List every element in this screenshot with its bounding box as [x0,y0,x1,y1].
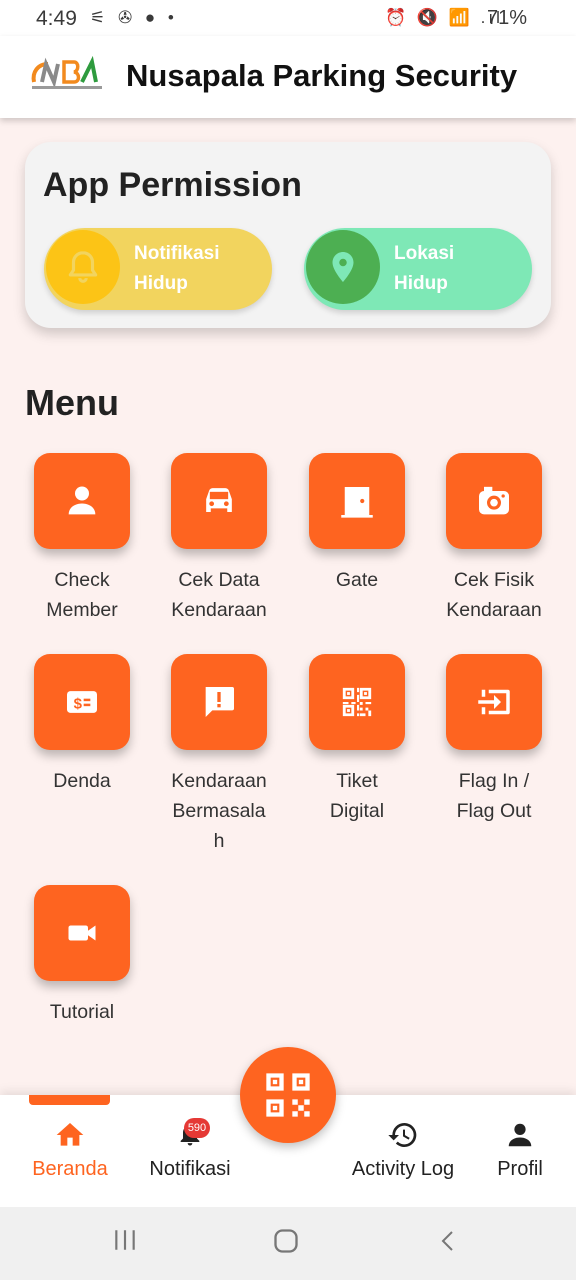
input-icon[interactable] [446,654,542,750]
active-tab-indicator [29,1095,110,1105]
home-icon [20,1117,120,1153]
company-logo [31,55,102,89]
location-pin-icon [306,230,380,304]
nav-label: Beranda [32,1158,108,1180]
menu-item-gate[interactable]: Gate [291,453,423,595]
history-icon [340,1117,466,1153]
menu-item-label: Tiket Digital [329,770,385,822]
qr-code-icon [266,1073,310,1117]
app-title: Nusapala Parking Security [126,58,518,93]
notification-permission-label: Notifikasi [134,243,220,264]
money-icon[interactable]: $ [34,654,130,750]
menu-item-cek-fisik-kendaraan[interactable]: Cek Fisik Kendaraan [428,453,560,625]
menu-item-denda[interactable]: $ Denda [16,654,148,796]
qr-code-icon[interactable] [309,654,405,750]
location-permission-toggle[interactable]: Lokasi Hidup [304,228,532,310]
menu-item-tutorial[interactable]: Tutorial [16,885,148,1027]
menu-item-label: Cek Data Kendaraan [171,569,267,621]
status-time: 4:49 [36,7,77,30]
nav-label: Activity Log [351,1158,455,1180]
system-navigation-bar [0,1207,576,1280]
menu-item-label: Kendaraan Bermasala h [171,770,267,852]
door-icon[interactable] [309,453,405,549]
notification-permission-status: Hidup [134,273,188,294]
camera-icon[interactable] [446,453,542,549]
nav-item-activity-log[interactable]: Activity Log [340,1117,466,1181]
car-icon[interactable] [171,453,267,549]
permission-title: App Permission [43,166,302,204]
menu-item-check-member[interactable]: Check Member [16,453,148,625]
menu-item-label: Flag In / Flag Out [456,770,532,822]
location-permission-status: Hidup [394,273,448,294]
svg-text:$: $ [74,696,83,713]
person-icon [480,1117,560,1153]
person-icon[interactable] [34,453,130,549]
menu-item-tiket-digital[interactable]: Tiket Digital [291,654,423,826]
notification-permission-toggle[interactable]: Notifikasi Hidup [44,228,272,310]
status-bar: 4:49 ⚟ ✇ ● • ⏰ 🔇 📶 .ıl 71% [0,0,576,36]
video-icon[interactable] [34,885,130,981]
scan-qr-button[interactable] [240,1047,336,1143]
nav-item-profil[interactable]: Profil [480,1117,560,1181]
home-button[interactable] [272,1227,300,1262]
menu-item-label: Gate [335,569,379,591]
app-permission-card: App Permission Notifikasi Hidup Lokasi H… [25,142,551,328]
nav-item-beranda[interactable]: Beranda [20,1117,120,1181]
status-notification-icons: ⚟ ✇ ● • [90,8,178,27]
menu-title: Menu [25,382,119,423]
status-system-icons: ⏰ 🔇 📶 .ıl [385,8,503,27]
menu-item-kendaraan-bermasalah[interactable]: Kendaraan Bermasala h [153,654,285,856]
menu-item-flag-in-flag-out[interactable]: Flag In / Flag Out [428,654,560,826]
recent-apps-button[interactable] [112,1227,138,1260]
app-bar: Nusapala Parking Security [0,36,576,118]
menu-item-label: Check Member [46,569,118,621]
menu-item-label: Tutorial [49,1001,115,1023]
alert-message-icon[interactable] [171,654,267,750]
location-permission-label: Lokasi [394,243,455,264]
battery-level: 71% [487,7,528,29]
menu-item-label: Denda [53,770,111,792]
menu-item-cek-data-kendaraan[interactable]: Cek Data Kendaraan [153,453,285,625]
back-button[interactable] [436,1227,460,1262]
nav-label: Notifikasi [149,1158,231,1180]
bell-icon [46,230,120,304]
menu-item-label: Cek Fisik Kendaraan [446,569,542,621]
nav-label: Profil [497,1158,543,1180]
notification-count-badge: 590 [184,1118,210,1138]
